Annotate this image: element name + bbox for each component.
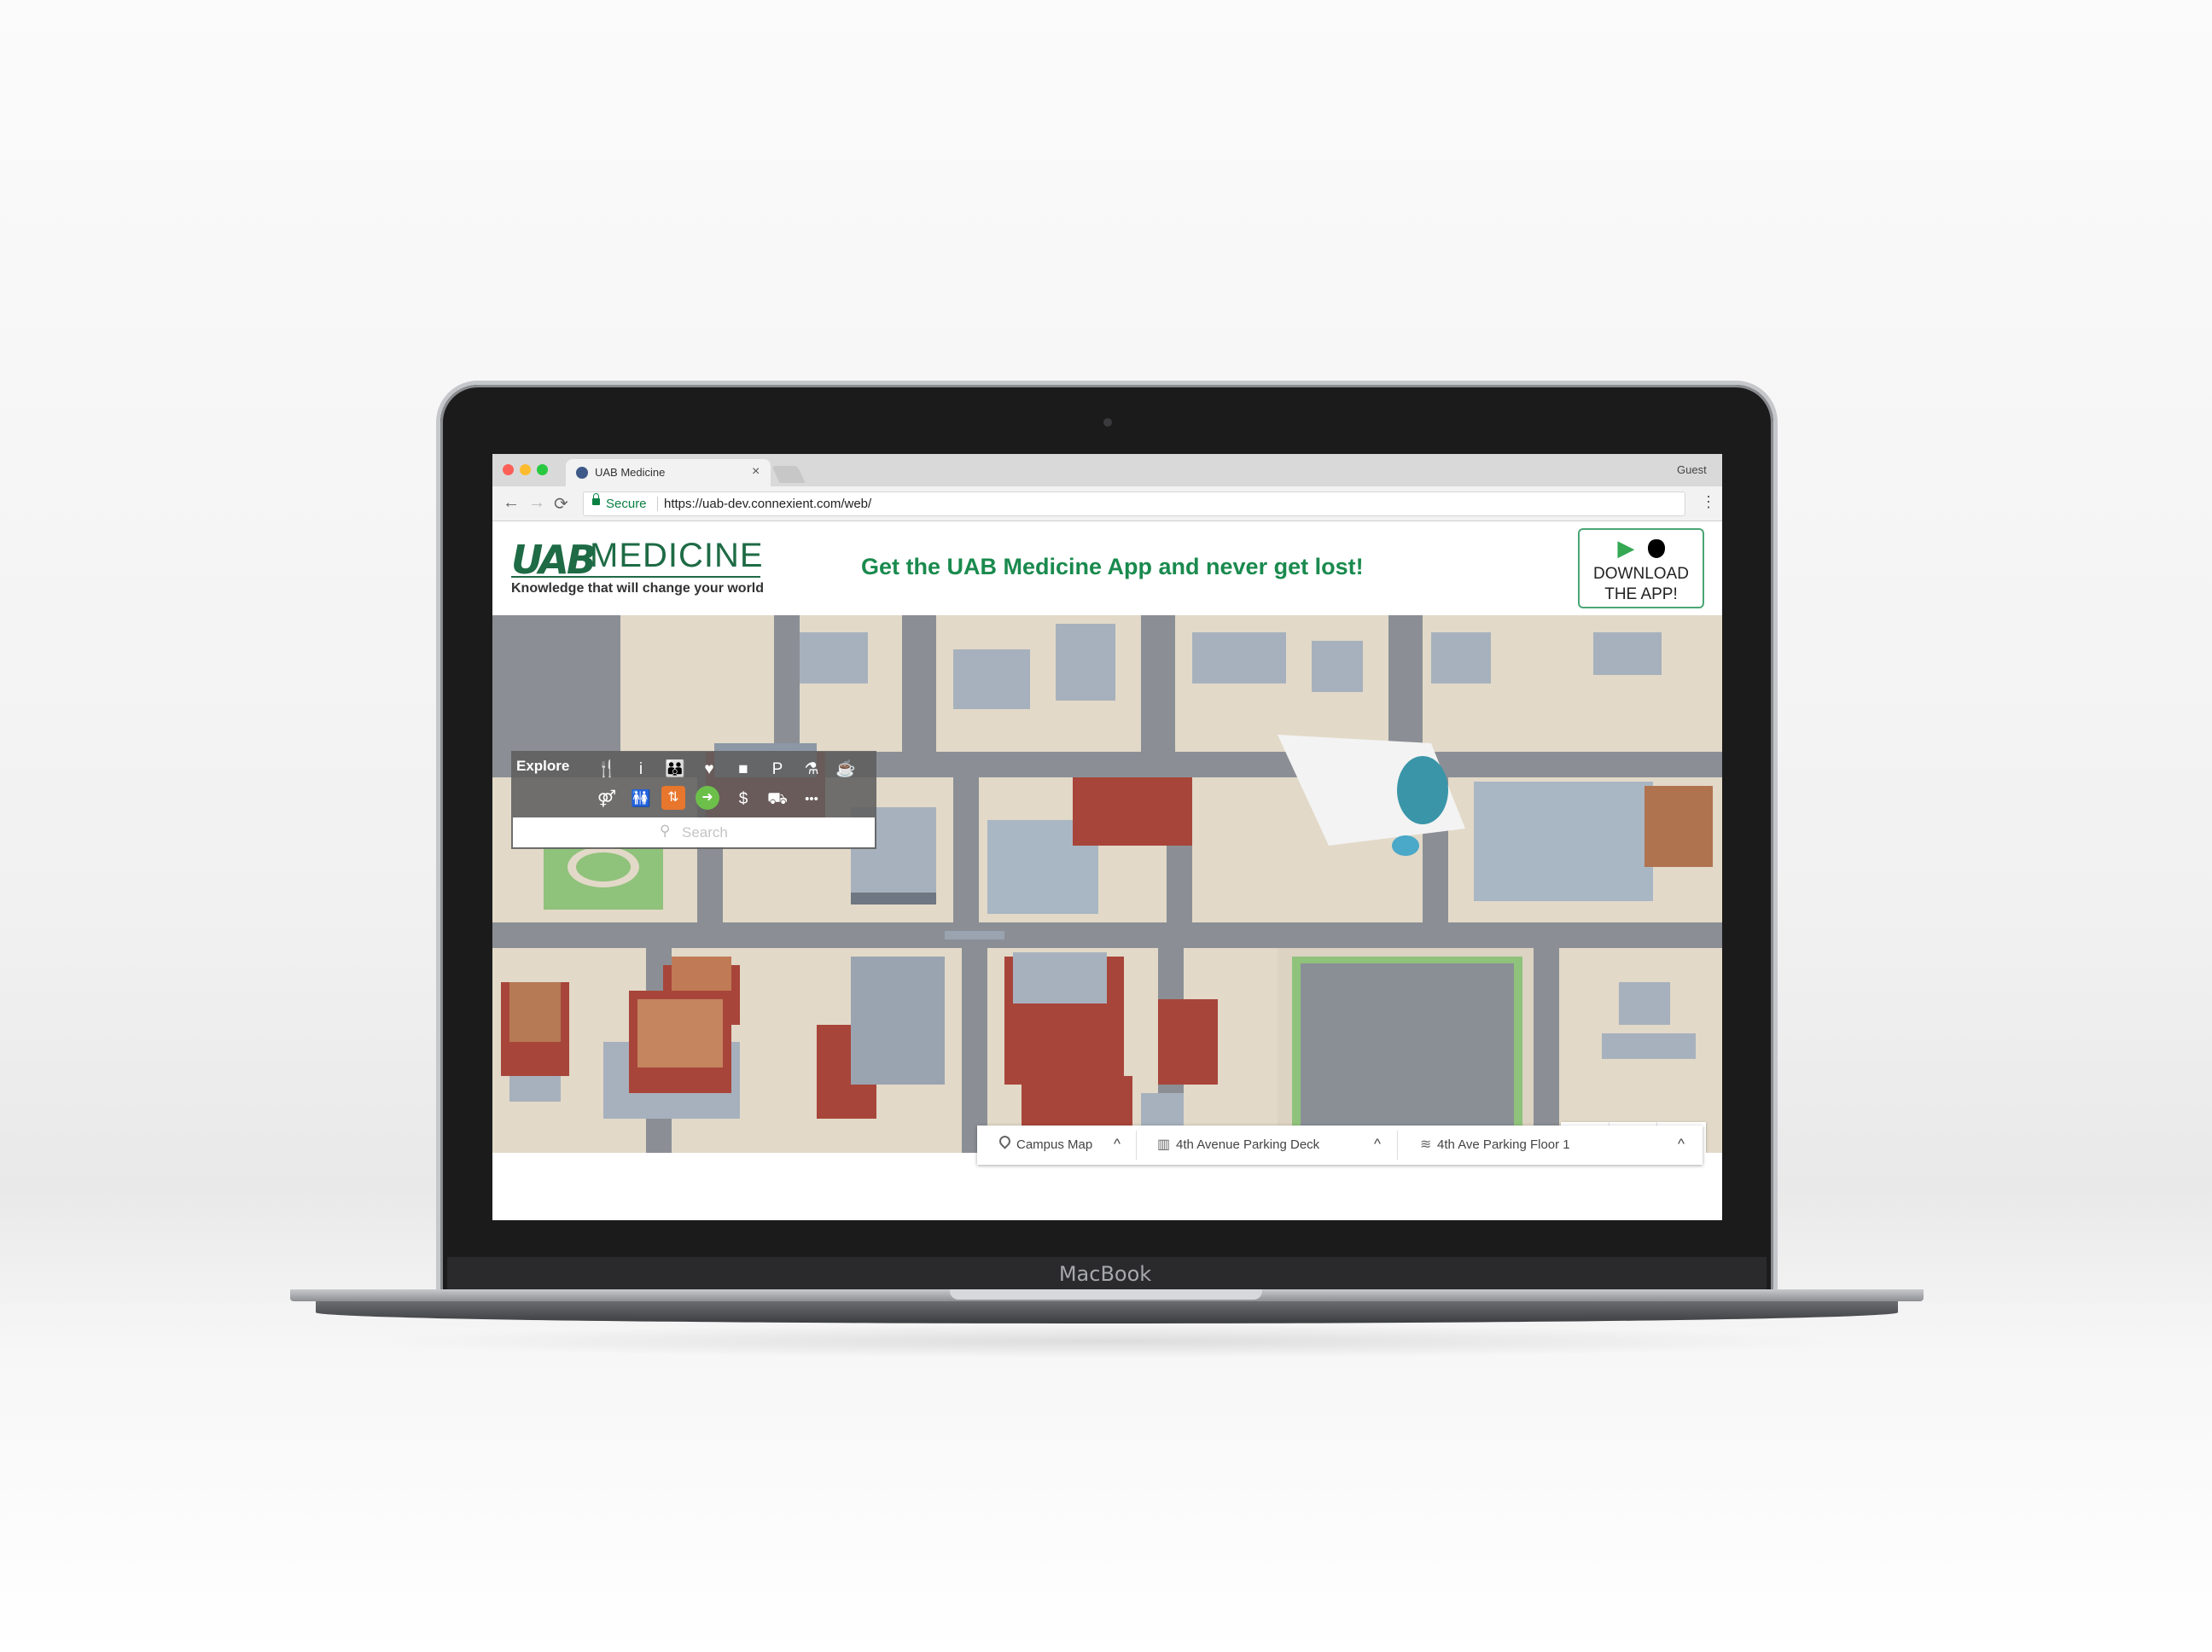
restroom-family-icon[interactable]: ⚤ <box>593 786 620 813</box>
browser-titlebar: UAB Medicine × Guest <box>492 454 1722 486</box>
download-line-2: THE APP! <box>1604 585 1678 603</box>
search-input[interactable] <box>680 823 854 843</box>
floors-stack-icon: ≋ <box>1420 1137 1432 1152</box>
reload-button[interactable]: ⟳ <box>554 493 568 515</box>
building-gray <box>1141 1093 1184 1127</box>
chevron-up-icon: ^ <box>1374 1136 1381 1152</box>
building-brick-roof <box>1644 786 1713 867</box>
laptop-floor-shadow <box>358 1324 1855 1358</box>
building-gray <box>1431 632 1491 683</box>
google-play-icon: ▶ <box>1617 535 1635 561</box>
app-store-icons: ▶ <box>1580 535 1703 561</box>
laptop-base-underside <box>316 1301 1898 1323</box>
level-selector: Campus Map ^ ▥ 4th Avenue Parking Deck ^… <box>977 1126 1703 1165</box>
laptop-opening-notch <box>950 1289 1262 1300</box>
building-roof <box>1013 952 1107 1003</box>
tab-title: UAB Medicine <box>595 466 666 479</box>
building-gray-wall <box>851 893 936 905</box>
download-line-1: DOWNLOAD <box>1593 565 1689 583</box>
plaza-lawn <box>576 852 631 881</box>
device-brand-label: MacBook <box>1058 1262 1152 1286</box>
logo-tagline: Knowledge that will change your world <box>511 581 765 596</box>
parking-icon[interactable]: P <box>764 756 791 783</box>
tab-close-icon[interactable]: × <box>752 464 760 480</box>
uab-favicon-icon <box>576 467 588 479</box>
building-brick <box>1073 777 1192 846</box>
explore-title: Explore <box>516 758 570 774</box>
campus-map-label: Campus Map <box>1016 1137 1093 1152</box>
map-pin-icon <box>997 1133 1013 1151</box>
web-page: Explore 🍴i👪♥■P⚗☕ ⚤🚻⇅➜$⛟••• ⚲ + − ∠° UAB … <box>492 521 1722 1220</box>
browser-menu-icon[interactable]: ⋮ <box>1701 493 1716 511</box>
floor-selector[interactable]: ≋ 4th Ave Parking Floor 1 ^ <box>1398 1126 1703 1165</box>
building-selector[interactable]: ▥ 4th Avenue Parking Deck ^ <box>1137 1126 1397 1165</box>
url-text[interactable]: https://uab-dev.connexient.com/web/ <box>664 497 871 511</box>
building-gray <box>1192 632 1286 683</box>
skybridge <box>945 931 1004 939</box>
browser-toolbar: ← → ⟳ Secure https://uab-dev.connexient.… <box>492 486 1722 521</box>
logo-divider <box>511 576 760 578</box>
floor-label: 4th Ave Parking Floor 1 <box>1437 1137 1570 1152</box>
building-icon[interactable]: ■ <box>730 756 757 783</box>
app-promo-text: Get the UAB Medicine App and never get l… <box>861 554 1364 579</box>
parking-deck <box>1474 782 1653 901</box>
dining-icon[interactable]: 🍴 <box>593 756 620 783</box>
fountain <box>1392 835 1419 856</box>
building-roof <box>509 982 561 1042</box>
building-gray <box>953 649 1030 709</box>
exit-icon[interactable]: ➜ <box>696 786 719 810</box>
pharmacy-icon[interactable]: ⚗ <box>798 756 825 783</box>
chevron-up-icon: ^ <box>1114 1136 1121 1152</box>
site-header: UAB MEDICINE Knowledge that will change … <box>492 521 1722 615</box>
campus-3d-map[interactable]: Explore 🍴i👪♥■P⚗☕ ⚤🚻⇅➜$⛟••• ⚲ + − ∠° <box>492 615 1722 1153</box>
maximize-window-button[interactable] <box>537 464 548 475</box>
logo-medicine-wordmark[interactable]: MEDICINE <box>590 537 764 575</box>
building-gray <box>1312 641 1363 692</box>
new-tab-button[interactable] <box>771 466 806 483</box>
building-gray <box>1593 632 1662 675</box>
explore-panel: Explore 🍴 i 👪 ♥ ■ P ⚗ ☕ ⚤ 🚻 ⇅ ➜ $ ⛟ ••• ⚲ <box>511 751 876 849</box>
building-gray <box>800 632 868 683</box>
secure-label: Secure <box>606 497 647 511</box>
download-app-button[interactable]: ▶ DOWNLOAD THE APP! <box>1578 528 1704 608</box>
building-gray <box>1619 982 1670 1025</box>
close-window-button[interactable] <box>503 464 514 475</box>
coffee-icon[interactable]: ☕ <box>832 756 859 783</box>
address-bar[interactable]: Secure https://uab-dev.connexient.com/we… <box>583 492 1685 516</box>
address-separator <box>657 497 658 511</box>
campus-map-selector[interactable]: Campus Map ^ <box>977 1126 1136 1165</box>
info-icon[interactable]: i <box>627 756 655 783</box>
map-canvas[interactable] <box>492 615 1722 1153</box>
building-brick <box>1158 999 1218 1085</box>
browser-tab[interactable]: UAB Medicine × <box>566 459 771 486</box>
hospital-glass-tower <box>1397 756 1448 824</box>
elevator-icon[interactable]: ⇅ <box>661 786 685 810</box>
search-icon: ⚲ <box>660 823 671 839</box>
building-gray <box>851 957 945 1085</box>
surface-lot <box>1301 963 1514 1130</box>
building-roof <box>637 999 723 1067</box>
restroom-icon[interactable]: 🚻 <box>627 786 655 813</box>
shuttle-icon[interactable]: ⛟ <box>764 786 791 813</box>
back-button[interactable]: ← <box>503 493 520 513</box>
atm-icon[interactable]: $ <box>730 786 757 813</box>
building-roof <box>672 957 731 991</box>
lock-icon <box>592 493 600 505</box>
laptop-screen: UAB Medicine × Guest ← → ⟳ Secure https:… <box>492 454 1722 1220</box>
building-gray <box>1056 624 1115 701</box>
chevron-up-icon: ^ <box>1678 1136 1685 1152</box>
profile-label[interactable]: Guest <box>1677 463 1707 476</box>
building-label: 4th Avenue Parking Deck <box>1176 1137 1320 1152</box>
explore-search-box[interactable]: ⚲ <box>513 817 875 847</box>
block-sidewalk <box>620 615 774 752</box>
apple-icon <box>1647 539 1665 558</box>
more-icon[interactable]: ••• <box>798 786 825 813</box>
building-icon: ▥ <box>1157 1137 1171 1152</box>
family-icon[interactable]: 👪 <box>661 756 689 783</box>
building-gray <box>1602 1033 1696 1059</box>
forward-button[interactable]: → <box>528 493 545 513</box>
minimize-window-button[interactable] <box>520 464 531 475</box>
webcam <box>1103 418 1112 427</box>
heart-icon[interactable]: ♥ <box>696 756 723 783</box>
